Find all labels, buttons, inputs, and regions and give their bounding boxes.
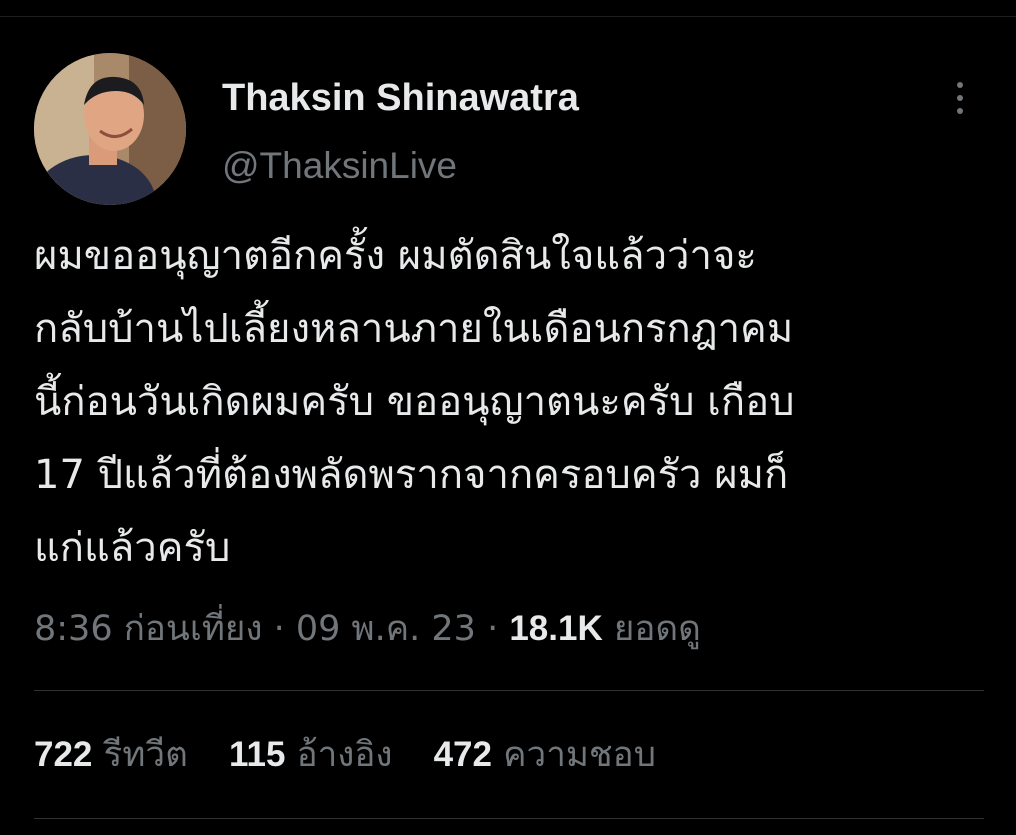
divider [34, 690, 984, 691]
meta-separator: · [262, 609, 296, 649]
views-count: 18.1K [509, 609, 603, 648]
retweets-stat[interactable]: 722 รีทวีต [34, 728, 188, 782]
retweets-label: รีทวีต [103, 735, 188, 775]
likes-label: ความชอบ [503, 735, 656, 775]
author-display-name[interactable]: Thaksin Shinawatra [222, 74, 579, 122]
avatar[interactable] [34, 53, 186, 205]
engagement-stats: 722 รีทวีต 115 อ้างอิง 472 ความชอบ [34, 728, 686, 782]
tweet-meta: 8:36 ก่อนเที่ยง · 09 พ.ค. 23 · 18.1K ยอด… [34, 602, 701, 656]
tweet-text: ผมขออนุญาตอีกครั้ง ผมตัดสินใจแล้วว่าจะ ก… [34, 233, 795, 571]
likes-count: 472 [433, 735, 492, 774]
likes-stat[interactable]: 472 ความชอบ [434, 728, 656, 782]
divider [34, 818, 984, 819]
quotes-count: 115 [228, 735, 286, 774]
top-divider [0, 16, 1016, 17]
quotes-stat[interactable]: 115 อ้างอิง [229, 728, 392, 782]
more-vertical-icon[interactable] [944, 78, 976, 118]
avatar-photo [34, 53, 186, 205]
retweets-count: 722 [34, 735, 93, 774]
meta-separator: · [475, 609, 510, 649]
author-handle[interactable]: @ThaksinLive [222, 142, 457, 190]
quotes-label: อ้างอิง [296, 735, 393, 775]
views-label: ยอดดู [613, 609, 701, 649]
tweet-date[interactable]: 09 พ.ค. 23 [296, 609, 476, 649]
tweet-time[interactable]: 8:36 ก่อนเที่ยง [34, 609, 263, 649]
